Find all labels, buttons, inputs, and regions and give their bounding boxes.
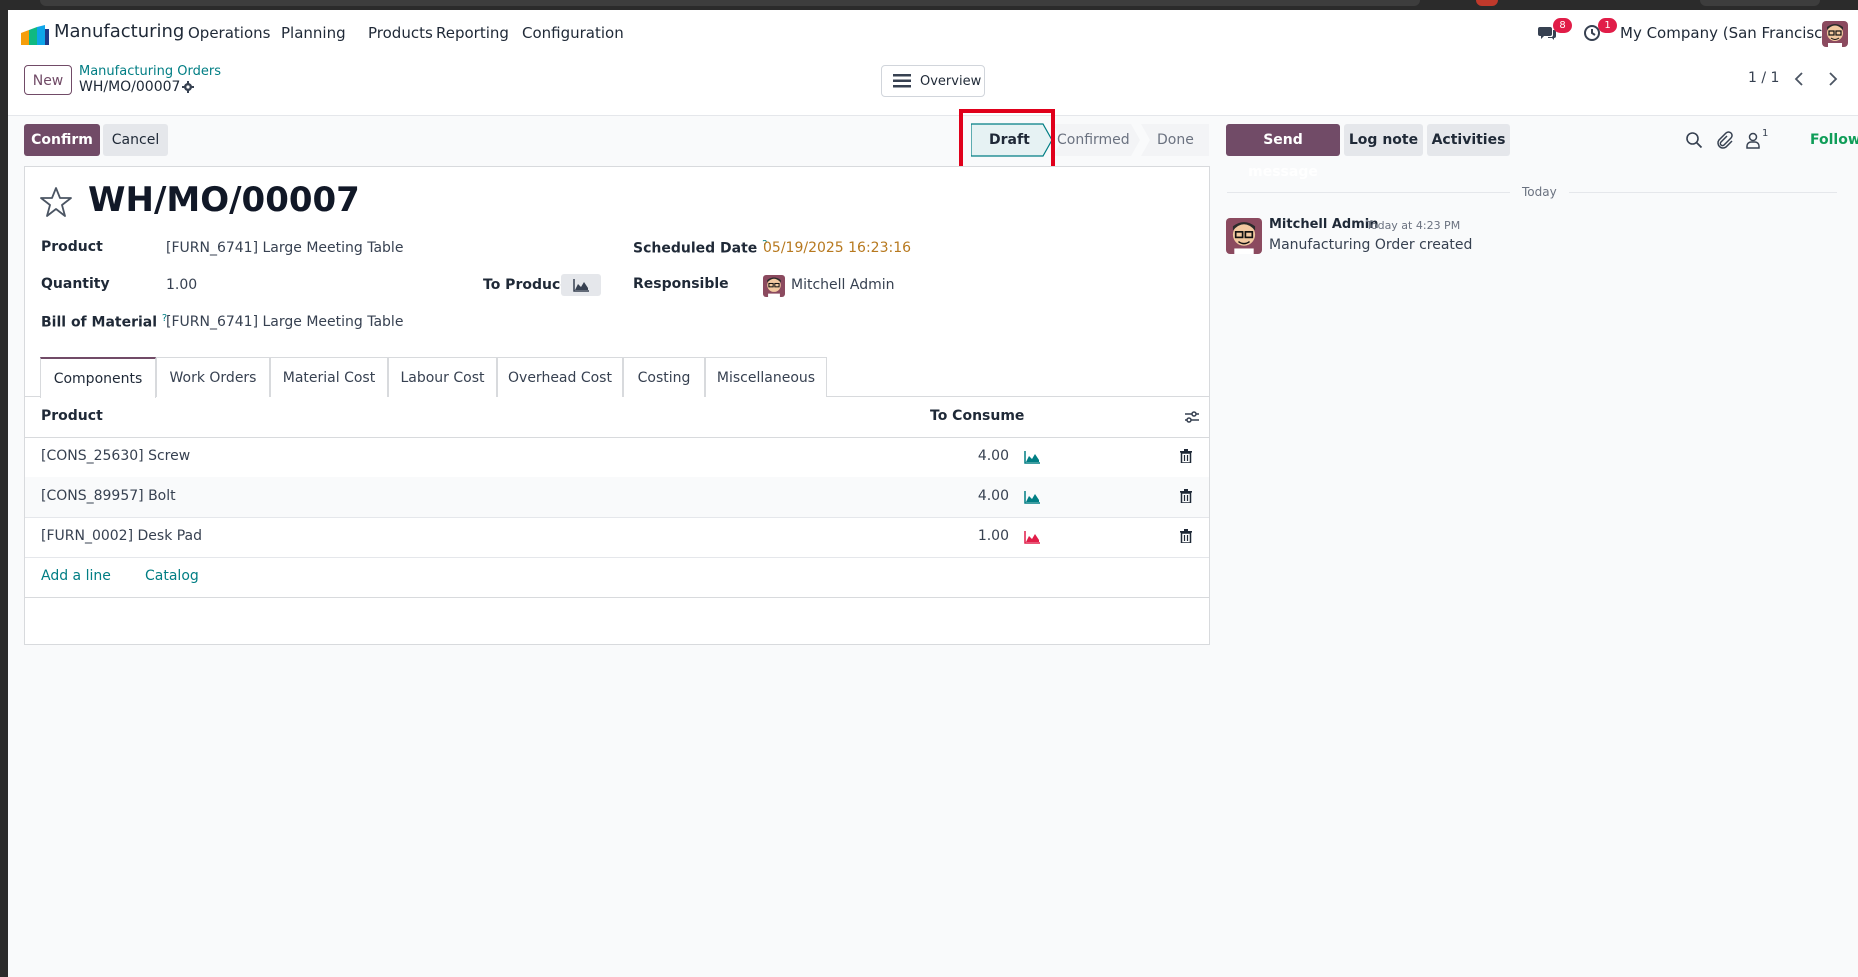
hamburger-icon bbox=[893, 74, 911, 88]
component-qty[interactable]: 4.00 bbox=[929, 448, 1009, 464]
following-button[interactable]: Following bbox=[1810, 132, 1858, 148]
menu-planning[interactable]: Planning bbox=[281, 24, 346, 42]
product-label: Product bbox=[41, 239, 103, 255]
responsible-label: Responsible bbox=[633, 276, 729, 292]
tab-costing[interactable]: Costing bbox=[623, 357, 705, 397]
area-chart-icon bbox=[573, 279, 589, 292]
search-icon[interactable] bbox=[1685, 131, 1703, 149]
column-to-consume[interactable]: To Consume bbox=[930, 408, 1024, 424]
breadcrumb-manufacturing-orders[interactable]: Manufacturing Orders bbox=[79, 64, 221, 79]
overview-button[interactable]: Overview bbox=[881, 65, 985, 97]
menu-products[interactable]: Products bbox=[368, 24, 433, 42]
optional-columns-icon[interactable] bbox=[1184, 409, 1200, 425]
star-icon[interactable] bbox=[40, 186, 72, 218]
trash-icon[interactable] bbox=[1180, 489, 1192, 503]
menu-configuration[interactable]: Configuration bbox=[522, 24, 624, 42]
activities-button[interactable]: 1 bbox=[1583, 10, 1617, 58]
quantity-field[interactable]: 1.00 bbox=[166, 277, 197, 293]
catalog-link[interactable]: Catalog bbox=[145, 568, 199, 584]
date-separator: Today bbox=[1510, 185, 1569, 199]
log-note-button[interactable]: Log note bbox=[1344, 124, 1423, 156]
messages-button[interactable]: 8 bbox=[1538, 10, 1572, 58]
forecast-chart-icon[interactable] bbox=[1024, 450, 1041, 464]
trash-icon[interactable] bbox=[1180, 529, 1192, 543]
table-row[interactable]: [CONS_89957] Bolt 4.00 bbox=[25, 477, 1209, 518]
trash-icon[interactable] bbox=[1180, 449, 1192, 463]
add-row-area: Add a line Catalog bbox=[25, 557, 1209, 598]
app-name[interactable]: Manufacturing bbox=[54, 21, 184, 42]
window-edge bbox=[0, 0, 8, 977]
forecast-report-button[interactable] bbox=[561, 274, 601, 296]
send-message-button[interactable]: Send message bbox=[1226, 124, 1340, 180]
component-qty[interactable]: 4.00 bbox=[929, 488, 1009, 504]
avatar-icon bbox=[763, 275, 785, 297]
gear-icon[interactable] bbox=[182, 81, 194, 93]
breadcrumb-current: WH/MO/00007 bbox=[79, 79, 181, 95]
message-author-avatar[interactable] bbox=[1226, 218, 1262, 254]
tab-components[interactable]: Components bbox=[40, 357, 156, 398]
table-header: Product To Consume bbox=[25, 397, 1209, 438]
table-row[interactable]: [CONS_25630] Screw 4.00 bbox=[25, 437, 1209, 478]
avatar-icon bbox=[1226, 218, 1262, 254]
bom-label: Bill of Material ? bbox=[41, 313, 168, 331]
menu-reporting[interactable]: Reporting bbox=[436, 24, 509, 42]
message-author[interactable]: Mitchell Admin bbox=[1269, 217, 1378, 232]
column-product[interactable]: Product bbox=[41, 408, 103, 424]
tab-overhead-cost[interactable]: Overhead Cost bbox=[497, 357, 623, 397]
stage-confirmed[interactable]: Confirmed bbox=[1057, 124, 1130, 156]
stage-done[interactable]: Done bbox=[1157, 124, 1194, 156]
paperclip-icon[interactable] bbox=[1715, 131, 1733, 149]
component-product[interactable]: [CONS_25630] Screw bbox=[41, 448, 190, 464]
menu-operations[interactable]: Operations bbox=[188, 24, 270, 42]
browser-top-strip bbox=[0, 0, 1858, 10]
component-product[interactable]: [FURN_0002] Desk Pad bbox=[41, 528, 202, 544]
product-field[interactable]: [FURN_6741] Large Meeting Table bbox=[166, 240, 403, 256]
followers-icon[interactable] bbox=[1745, 131, 1763, 149]
forecast-chart-icon[interactable] bbox=[1024, 530, 1041, 544]
to-produce-label: To Produce bbox=[483, 277, 570, 293]
responsible-avatar bbox=[763, 275, 785, 297]
message-timestamp: Today at 4:23 PM bbox=[1366, 219, 1461, 232]
scheduled-date-field[interactable]: 05/19/2025 16:23:16 bbox=[763, 240, 911, 256]
activities-badge: 1 bbox=[1598, 18, 1617, 33]
quantity-label: Quantity bbox=[41, 276, 110, 292]
tab-miscellaneous[interactable]: Miscellaneous bbox=[705, 357, 827, 397]
chevron-right-icon[interactable] bbox=[1819, 66, 1845, 92]
component-product[interactable]: [CONS_89957] Bolt bbox=[41, 488, 176, 504]
user-avatar[interactable] bbox=[1822, 21, 1848, 47]
control-panel: New Manufacturing Orders WH/MO/00007 Ove… bbox=[8, 58, 1858, 116]
top-navbar: Manufacturing Operations Planning Produc… bbox=[8, 10, 1858, 59]
message-body: Manufacturing Order created bbox=[1269, 237, 1473, 253]
cancel-button[interactable]: Cancel bbox=[103, 124, 168, 156]
scheduled-date-label: Scheduled Date ? bbox=[633, 239, 768, 257]
overview-label: Overview bbox=[920, 74, 982, 89]
messages-badge: 8 bbox=[1553, 18, 1572, 33]
record-title[interactable]: WH/MO/00007 bbox=[88, 180, 360, 220]
tab-work-orders[interactable]: Work Orders bbox=[156, 357, 270, 397]
new-button[interactable]: New bbox=[24, 65, 72, 95]
tab-labour-cost[interactable]: Labour Cost bbox=[388, 357, 497, 397]
responsible-field[interactable]: Mitchell Admin bbox=[791, 277, 895, 293]
tab-material-cost[interactable]: Material Cost bbox=[270, 357, 388, 397]
component-qty[interactable]: 1.00 bbox=[929, 528, 1009, 544]
followers-count: 1 bbox=[1762, 128, 1769, 139]
avatar-icon bbox=[1822, 21, 1848, 47]
chevron-left-icon[interactable] bbox=[1787, 66, 1813, 92]
table-row[interactable]: [FURN_0002] Desk Pad 1.00 bbox=[25, 517, 1209, 558]
company-switcher[interactable]: My Company (San Francisco) bbox=[1620, 24, 1837, 42]
highlight-box bbox=[959, 109, 1055, 170]
pager-value[interactable]: 1 / 1 bbox=[1748, 70, 1779, 86]
activities-button[interactable]: Activities bbox=[1427, 124, 1510, 156]
bom-field[interactable]: [FURN_6741] Large Meeting Table bbox=[166, 314, 403, 330]
manufacturing-app-icon[interactable] bbox=[21, 25, 49, 45]
add-a-line-link[interactable]: Add a line bbox=[41, 568, 111, 584]
forecast-chart-icon[interactable] bbox=[1024, 490, 1041, 504]
confirm-button[interactable]: Confirm bbox=[24, 124, 100, 156]
